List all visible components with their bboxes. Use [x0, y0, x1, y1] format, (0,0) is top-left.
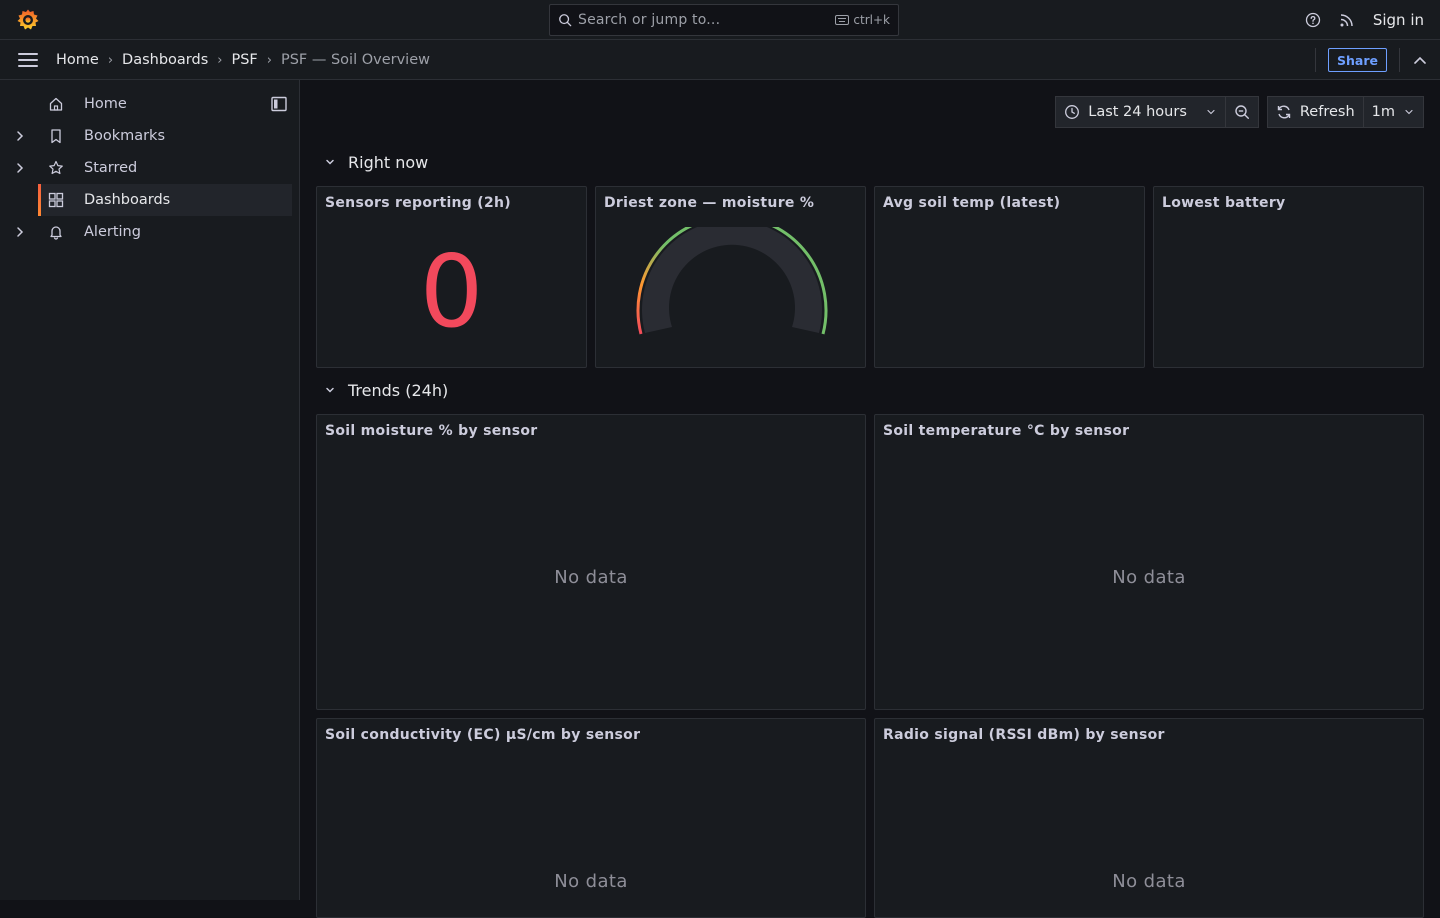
sidebar-item-label: Starred	[84, 160, 138, 176]
breadcrumb-home[interactable]: Home	[56, 52, 99, 68]
time-range-picker[interactable]: Last 24 hours	[1055, 96, 1226, 128]
sidebar-item-label: Alerting	[84, 224, 141, 240]
panel-title: Soil conductivity (EC) µS/cm by sensor	[325, 727, 641, 743]
chevron-up-icon	[1414, 56, 1426, 64]
stat-value: 0	[419, 233, 484, 350]
sidebar-item-starred[interactable]: Starred	[0, 152, 292, 184]
breadcrumb-dashboards[interactable]: Dashboards	[122, 52, 208, 68]
panel-avg-soil-temp[interactable]: Avg soil temp (latest)	[874, 186, 1145, 368]
no-data-message: No data	[554, 567, 628, 588]
top-right-actions: Sign in	[1305, 0, 1424, 40]
chevron-right-icon: ›	[107, 52, 114, 68]
dashboards-icon	[48, 192, 64, 208]
time-range-label: Last 24 hours	[1088, 104, 1187, 120]
panel-title: Soil moisture % by sensor	[325, 423, 538, 439]
refresh-interval-label: 1m	[1371, 104, 1395, 120]
row-title: Trends (24h)	[348, 380, 449, 400]
divider	[1315, 48, 1317, 72]
no-data-message: No data	[1112, 567, 1186, 588]
refresh-interval-picker[interactable]: 1m	[1363, 96, 1424, 128]
star-icon	[49, 160, 63, 175]
search-placeholder: Search or jump to...	[578, 12, 721, 28]
help-icon[interactable]	[1305, 12, 1321, 28]
no-data-message: No data	[1112, 871, 1186, 892]
panel-title: Driest zone — moisture %	[604, 195, 815, 211]
clock-icon	[1065, 105, 1080, 119]
sidebar-item-home[interactable]: Home	[0, 88, 292, 120]
bookmark-icon	[51, 129, 61, 144]
sync-icon	[1277, 105, 1291, 119]
panel-driest-zone[interactable]: Driest zone — moisture %	[595, 186, 866, 368]
panel-soil-conductivity[interactable]: Soil conductivity (EC) µS/cm by sensor N…	[316, 718, 866, 918]
panel-title: Radio signal (RSSI dBm) by sensor	[883, 727, 1165, 743]
zoom-out-button[interactable]	[1225, 96, 1259, 128]
no-data-message: No data	[554, 871, 628, 892]
panel-lowest-battery[interactable]: Lowest battery	[1153, 186, 1424, 368]
dashboard-controls: Last 24 hours Refresh 1m	[1055, 96, 1424, 128]
panel-title: Lowest battery	[1162, 195, 1286, 211]
panel-title: Avg soil temp (latest)	[883, 195, 1061, 211]
sign-in-link[interactable]: Sign in	[1373, 11, 1424, 29]
panel-soil-moisture[interactable]: Soil moisture % by sensor No data	[316, 414, 866, 710]
row-title: Right now	[348, 152, 429, 172]
grafana-logo-icon[interactable]	[16, 8, 40, 32]
row-header-trends[interactable]: Trends (24h)	[316, 378, 448, 402]
time-picker-group: Last 24 hours	[1055, 96, 1259, 128]
home-icon	[49, 97, 63, 111]
chevron-down-icon	[1405, 109, 1413, 115]
breadcrumb-current: PSF — Soil Overview	[280, 52, 430, 68]
sidebar-item-label: Bookmarks	[84, 128, 166, 144]
breadcrumb-actions: Share	[1315, 40, 1440, 80]
rss-news-icon[interactable]	[1339, 12, 1355, 28]
share-button[interactable]: Share	[1328, 48, 1387, 72]
chevron-right-icon[interactable]	[14, 162, 26, 174]
sidebar-item-label: Home	[84, 96, 127, 112]
chevron-down-icon	[326, 159, 334, 165]
breadcrumb: Home › Dashboards › PSF › PSF — Soil Ove…	[56, 40, 430, 80]
zoom-out-icon	[1235, 105, 1249, 120]
search-icon	[559, 14, 572, 27]
dashboard-main: Last 24 hours Refresh 1m Right now Senso…	[300, 80, 1440, 918]
sidebar-item-label: Dashboards	[84, 192, 171, 208]
panel-title: Sensors reporting (2h)	[325, 195, 512, 211]
chevron-right-icon[interactable]	[14, 226, 26, 238]
chevron-down-icon	[326, 387, 334, 393]
bell-icon	[50, 226, 62, 240]
breadcrumb-bar: Home › Dashboards › PSF › PSF — Soil Ove…	[0, 40, 1440, 80]
moisture-gauge	[636, 227, 828, 335]
chevron-right-icon: ›	[266, 52, 272, 68]
refresh-group: Refresh 1m	[1266, 96, 1424, 128]
keyboard-icon	[835, 15, 850, 25]
sidebar-nav: Home Bookmarks Starred Dashboards Alerti…	[0, 80, 300, 900]
breadcrumb-psf[interactable]: PSF	[231, 52, 257, 68]
chevron-right-icon: ›	[217, 52, 223, 68]
row-header-right-now[interactable]: Right now	[316, 150, 428, 174]
panel-sensors-reporting[interactable]: Sensors reporting (2h) 0	[316, 186, 587, 368]
chevron-right-icon[interactable]	[14, 130, 26, 142]
panel-radio-signal[interactable]: Radio signal (RSSI dBm) by sensor No dat…	[874, 718, 1424, 918]
sidebar-item-alerting[interactable]: Alerting	[0, 216, 292, 248]
collapse-header-button[interactable]	[1400, 40, 1440, 80]
panel-soil-temperature[interactable]: Soil temperature °C by sensor No data	[874, 414, 1424, 710]
search-shortcut-label: ctrl+k	[853, 13, 890, 27]
menu-toggle-icon[interactable]	[18, 53, 38, 67]
search-input[interactable]: Search or jump to... ctrl+k	[549, 4, 899, 36]
refresh-label: Refresh	[1299, 104, 1355, 120]
chevron-down-icon	[1207, 109, 1215, 115]
sidebar-item-bookmarks[interactable]: Bookmarks	[0, 120, 292, 152]
top-bar: Search or jump to... ctrl+k Sign in	[0, 0, 1440, 40]
search-shortcut: ctrl+k	[835, 13, 890, 27]
gauge-track	[642, 227, 822, 333]
sidebar-item-dashboards[interactable]: Dashboards	[38, 184, 292, 216]
refresh-button[interactable]: Refresh	[1266, 96, 1364, 128]
panel-title: Soil temperature °C by sensor	[883, 423, 1130, 439]
